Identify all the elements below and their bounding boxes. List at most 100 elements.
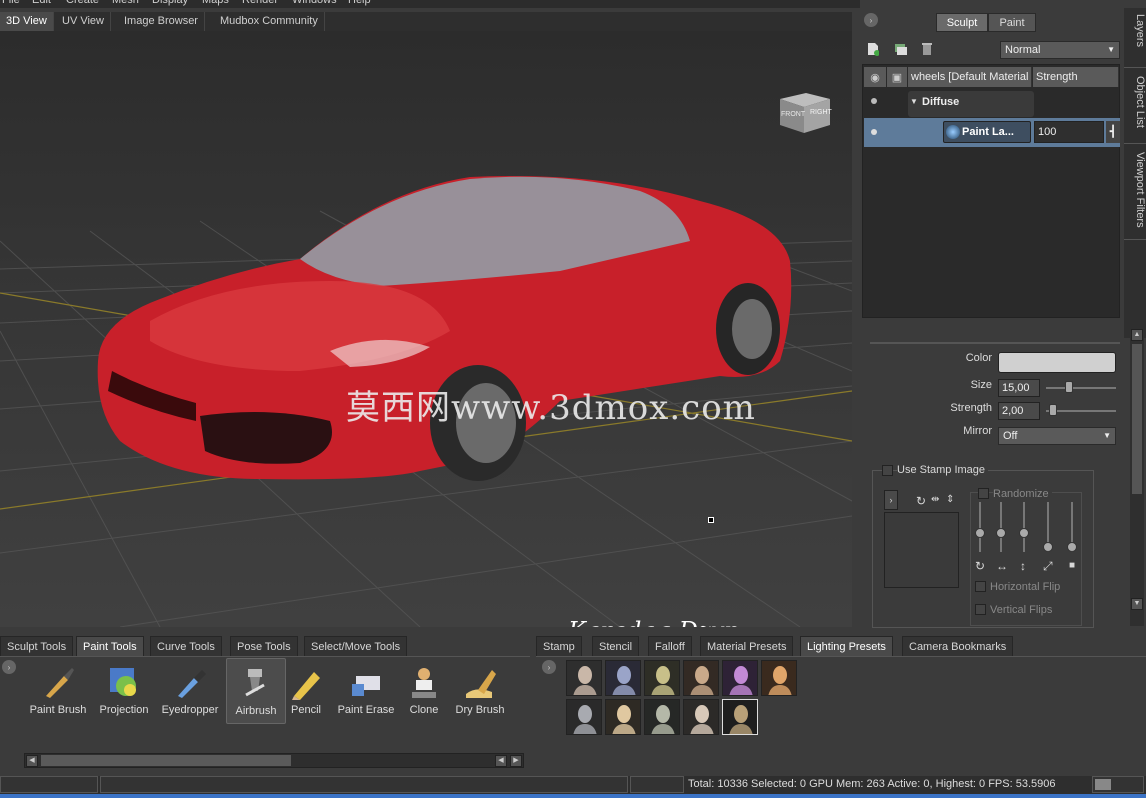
size-slider[interactable]: [1046, 387, 1116, 389]
view-cube[interactable]: FRONT RIGHT: [776, 87, 834, 137]
random-knob-4[interactable]: [1043, 542, 1053, 552]
random-slider-1[interactable]: [979, 502, 981, 552]
lighting-preset-thumbnail[interactable]: [683, 699, 719, 735]
tool-paint-brush[interactable]: Paint Brush: [28, 664, 88, 724]
tool-projection[interactable]: Projection: [94, 664, 154, 724]
menu-item-display[interactable]: Display: [152, 0, 188, 6]
scroll-up-icon[interactable]: ▲: [1131, 329, 1143, 341]
stamp-preview[interactable]: [884, 512, 959, 588]
merge-layer-icon[interactable]: [894, 42, 908, 56]
paint-mode-button[interactable]: Paint: [988, 13, 1036, 32]
tool-dry-brush[interactable]: Dry Brush: [450, 664, 510, 724]
random-knob-2[interactable]: [996, 528, 1006, 538]
menu-item-create[interactable]: Create: [66, 0, 99, 6]
preset-tab-camera-bookmarks[interactable]: Camera Bookmarks: [902, 636, 1014, 656]
lighting-preset-thumbnail[interactable]: [644, 699, 680, 735]
lighting-preset-thumbnail[interactable]: [722, 699, 758, 735]
tool-pencil[interactable]: Pencil: [276, 664, 336, 724]
rotate-icon[interactable]: ↻: [916, 494, 926, 508]
paint-layer-strength-field[interactable]: 100: [1034, 121, 1104, 143]
view-tab-mudbox-community[interactable]: Mudbox Community: [214, 12, 325, 31]
lighting-preset-thumbnail[interactable]: [566, 660, 602, 696]
lighting-preset-thumbnail[interactable]: [566, 699, 602, 735]
collapse-panel-icon[interactable]: ›: [864, 13, 878, 27]
tool-scrollbar-thumb[interactable]: [41, 755, 291, 766]
tray-expand-icon[interactable]: ›: [2, 660, 16, 674]
expand-arrow-icon[interactable]: ▼: [910, 97, 918, 106]
scroll-left-icon[interactable]: ◀: [26, 755, 38, 767]
preset-tab-stamp[interactable]: Stamp: [536, 636, 582, 656]
scroll-right-icon[interactable]: ▶: [510, 755, 522, 767]
strength-slider-knob[interactable]: [1049, 404, 1058, 416]
preset-expand-icon[interactable]: ›: [542, 660, 556, 674]
blend-mode-dropdown[interactable]: Normal ▼: [1000, 41, 1120, 59]
random-knob-3[interactable]: [1019, 528, 1029, 538]
properties-scrollbar[interactable]: ▲ ▼: [1130, 328, 1144, 626]
strength-field[interactable]: 2,00: [998, 402, 1040, 420]
view-tab-uv-view[interactable]: UV View: [56, 12, 111, 31]
tool-scrollbar[interactable]: ◀ ◀ ▶: [24, 753, 524, 768]
scroll-down-icon[interactable]: ▼: [1131, 598, 1143, 610]
sculpt-mode-button[interactable]: Sculpt: [936, 13, 988, 32]
scrollbar-thumb[interactable]: [1132, 344, 1142, 494]
layer-options-icon[interactable]: ┫: [1106, 121, 1120, 143]
color-label: Color: [965, 352, 992, 364]
random-knob-5[interactable]: [1067, 542, 1077, 552]
lighting-preset-thumbnail[interactable]: [722, 660, 758, 696]
tool-tab-select-move-tools[interactable]: Select/Move Tools: [304, 636, 408, 656]
flip-horizontal-icon[interactable]: ⇹: [931, 494, 939, 505]
mirror-dropdown[interactable]: Off ▼: [998, 427, 1116, 445]
menu-item-help[interactable]: Help: [348, 0, 371, 6]
lock-layer-icon[interactable]: ▣: [887, 67, 907, 87]
scroll-left-end-icon[interactable]: ◀: [495, 755, 507, 767]
paint-layer-row[interactable]: Paint La... 100 ┫: [864, 118, 1120, 147]
lighting-preset-thumbnail[interactable]: [605, 660, 641, 696]
menu-item-file[interactable]: File: [2, 0, 20, 6]
visibility-eye-icon[interactable]: ◉: [864, 67, 886, 87]
tool-clone[interactable]: Clone: [394, 664, 454, 724]
preset-tab-lighting-presets[interactable]: Lighting Presets: [800, 636, 893, 656]
stamp-picker-icon[interactable]: ›: [884, 490, 898, 510]
use-stamp-checkbox[interactable]: [882, 465, 893, 476]
tool-eyedropper[interactable]: Eyedropper: [160, 664, 220, 724]
side-tab-object-list[interactable]: Object List: [1124, 72, 1146, 144]
view-tab-image-browser[interactable]: Image Browser: [118, 12, 205, 31]
diffuse-group-row[interactable]: ▼ Diffuse: [908, 91, 1034, 117]
menu-item-render[interactable]: Render: [242, 0, 278, 6]
lighting-preset-thumbnail[interactable]: [644, 660, 680, 696]
preset-tab-stencil[interactable]: Stencil: [592, 636, 640, 656]
paint-layer-name-box[interactable]: Paint La...: [943, 121, 1031, 143]
random-slider-2[interactable]: [1000, 502, 1002, 552]
flip-vertical-icon[interactable]: ⇕: [946, 494, 954, 505]
lighting-preset-thumbnail[interactable]: [683, 660, 719, 696]
side-tab-viewport-filters[interactable]: Viewport Filters: [1124, 148, 1146, 240]
lighting-preset-thumbnail[interactable]: [605, 699, 641, 735]
group-visibility-dot[interactable]: [871, 98, 877, 104]
lighting-preset-thumbnail[interactable]: [761, 660, 797, 696]
menu-item-mesh[interactable]: Mesh: [112, 0, 139, 6]
random-knob-1[interactable]: [975, 528, 985, 538]
color-swatch[interactable]: [998, 352, 1116, 373]
randomize-checkbox[interactable]: [978, 488, 989, 499]
size-field[interactable]: 15,00: [998, 379, 1040, 397]
layer-visibility-dot[interactable]: [871, 129, 877, 135]
tool-tab-curve-tools[interactable]: Curve Tools: [150, 636, 222, 656]
vertical-flip-checkbox[interactable]: [975, 604, 986, 615]
random-slider-3[interactable]: [1023, 502, 1025, 552]
tool-tab-pose-tools[interactable]: Pose Tools: [230, 636, 298, 656]
menu-item-maps[interactable]: Maps: [202, 0, 229, 6]
menu-item-windows[interactable]: Windows: [292, 0, 337, 6]
preset-tab-material-presets[interactable]: Material Presets: [700, 636, 794, 656]
delete-layer-icon[interactable]: [920, 42, 934, 56]
side-tab-layers[interactable]: Layers: [1124, 10, 1146, 68]
preset-tab-falloff[interactable]: Falloff: [648, 636, 692, 656]
tool-paint-erase[interactable]: Paint Erase: [336, 664, 396, 724]
tool-tab-sculpt-tools[interactable]: Sculpt Tools: [0, 636, 74, 656]
tool-tab-paint-tools[interactable]: Paint Tools: [76, 636, 144, 656]
horizontal-flip-checkbox[interactable]: [975, 581, 986, 592]
new-layer-icon[interactable]: [866, 42, 880, 56]
view-tab-3d-view[interactable]: 3D View: [0, 12, 54, 31]
3d-viewport[interactable]: FRONT RIGHT 莫西网www.3dmox.com Karadag Dzy…: [0, 31, 852, 627]
size-slider-knob[interactable]: [1064, 381, 1073, 393]
menu-item-edit[interactable]: Edit: [32, 0, 51, 6]
